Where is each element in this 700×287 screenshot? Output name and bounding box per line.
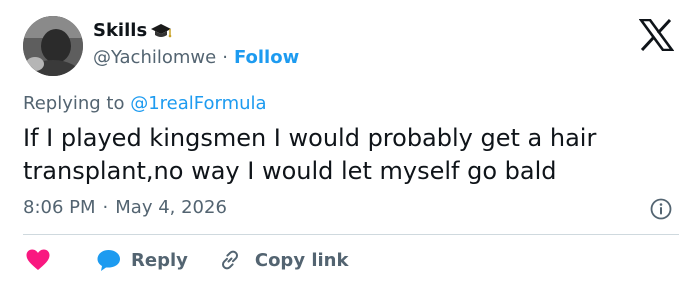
info-icon[interactable] — [650, 198, 672, 220]
tweet-time: 8:06 PM — [23, 197, 96, 218]
copy-link-button[interactable]: Copy link — [188, 249, 349, 271]
tweet-date: May 4, 2026 — [115, 197, 227, 218]
like-button[interactable] — [23, 248, 51, 272]
avatar-photo — [23, 16, 83, 76]
heart-icon — [26, 249, 50, 270]
copy-link-label: Copy link — [254, 249, 349, 271]
reply-button[interactable]: Reply — [51, 248, 188, 272]
replying-to: Replying to @1realFormula — [23, 93, 267, 114]
handle-separator: · — [222, 47, 228, 68]
avatar[interactable] — [23, 16, 83, 76]
action-bar: Reply Copy link — [23, 246, 348, 274]
author-handle[interactable]: @Yachilomwe — [93, 47, 216, 68]
author-display-name[interactable]: Skills — [93, 20, 147, 41]
tweet-text: If I played kingsmen I would probably ge… — [23, 124, 597, 185]
speech-bubble-icon — [97, 250, 120, 271]
author-handle-row: @Yachilomwe · Follow — [93, 47, 299, 68]
graduation-cap-icon — [150, 22, 172, 40]
x-logo-icon[interactable] — [639, 19, 674, 51]
link-icon — [221, 250, 238, 270]
tweet-timestamp[interactable]: 8:06 PM · May 4, 2026 — [23, 197, 227, 218]
divider — [23, 234, 679, 235]
author-name-row: Skills — [93, 20, 172, 41]
reply-label: Reply — [131, 249, 188, 271]
timestamp-separator: · — [102, 197, 109, 218]
replying-mention[interactable]: @1realFormula — [130, 93, 266, 114]
replying-prefix: Replying to — [23, 93, 125, 114]
follow-button[interactable]: Follow — [234, 47, 299, 68]
